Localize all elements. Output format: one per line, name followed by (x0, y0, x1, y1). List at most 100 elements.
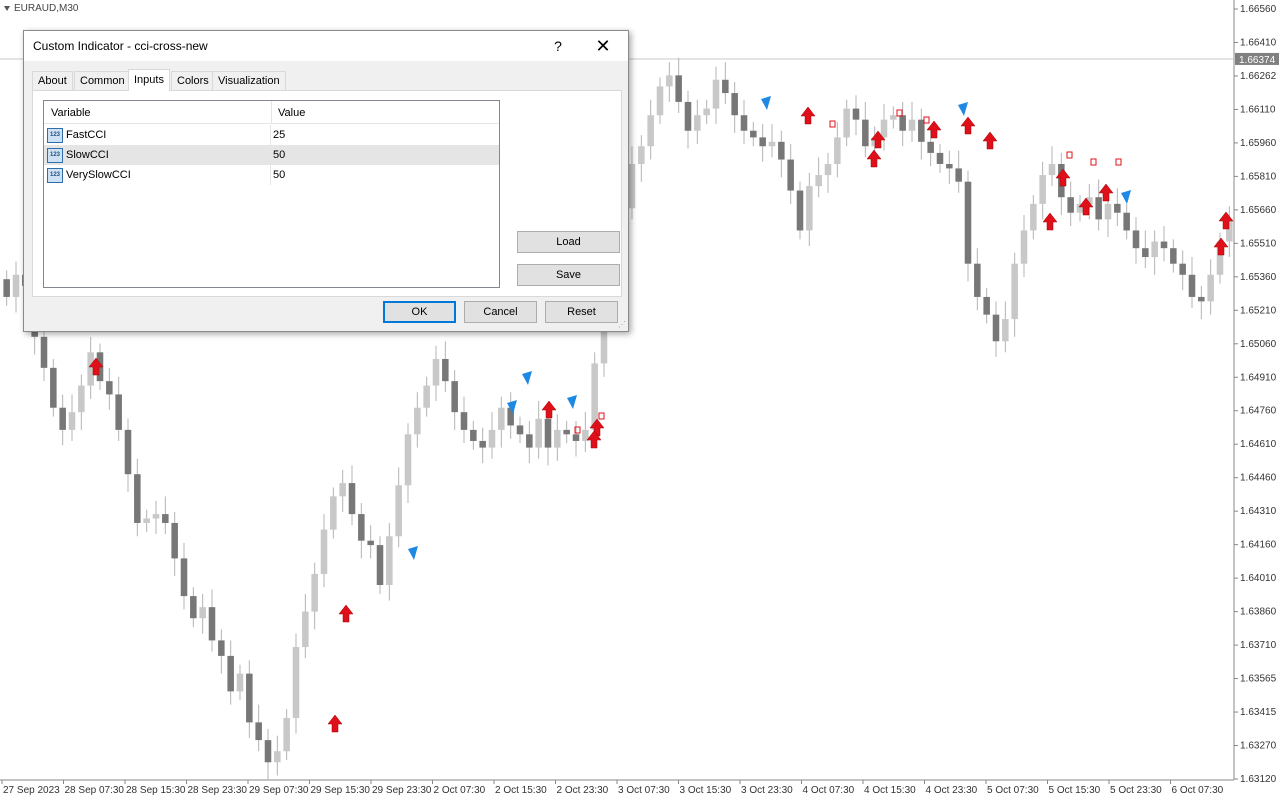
price-tick-label: 1.64760 (1240, 406, 1277, 417)
candle-body (311, 573, 318, 612)
candle-body (1104, 203, 1112, 220)
candle-body (834, 137, 841, 164)
resize-grip-icon[interactable]: ⋰ (618, 321, 626, 329)
save-button[interactable]: Save (517, 264, 620, 286)
buy-arrow (1042, 212, 1058, 231)
candle-body (675, 75, 682, 102)
variable-cell: 123 VerySlowCCI (44, 165, 271, 185)
integer-type-icon: 123 (47, 168, 63, 183)
price-tick-label: 1.63710 (1240, 640, 1277, 651)
candle-body (330, 496, 337, 530)
tab-inputs[interactable]: Inputs (128, 69, 170, 91)
candle-body (190, 596, 197, 619)
candle-body (442, 358, 449, 382)
param-value[interactable]: 50 (273, 145, 285, 165)
candle-body (1123, 212, 1130, 231)
candle-body (1030, 203, 1037, 231)
signal-marker (598, 412, 605, 420)
candle-body (647, 115, 654, 147)
tab-common[interactable]: Common (74, 71, 131, 90)
column-header-variable[interactable]: Variable (44, 101, 272, 123)
candle-body (106, 381, 113, 395)
reset-button[interactable]: Reset (545, 301, 618, 323)
table-row[interactable]: 123 FastCCI 25 (44, 125, 499, 145)
candle-body (694, 115, 701, 131)
tab-visualization[interactable]: Visualization (212, 71, 286, 90)
tab-about[interactable]: About (32, 71, 73, 90)
ok-button[interactable]: OK (383, 301, 456, 323)
price-tick-label: 1.65360 (1240, 272, 1277, 283)
buy-arrow (800, 106, 816, 125)
candle-body (1142, 248, 1149, 258)
price-tick-label: 1.66410 (1240, 37, 1277, 48)
candle-body (358, 514, 365, 541)
price-tick-label: 1.65660 (1240, 205, 1277, 216)
candle-body (796, 190, 804, 231)
candle-body (759, 137, 766, 147)
candle-body (703, 108, 710, 116)
candle-body (899, 115, 906, 131)
close-icon[interactable]: ✕ (581, 31, 625, 61)
candle-body (712, 79, 720, 109)
candle-body (152, 514, 160, 519)
price-tick-label: 1.64010 (1240, 573, 1277, 584)
candle-body (395, 485, 402, 537)
candle-body (246, 673, 253, 723)
cancel-button[interactable]: Cancel (464, 301, 537, 323)
param-value[interactable]: 50 (273, 165, 285, 185)
price-tick-label: 1.63565 (1240, 674, 1277, 685)
time-tick-label: 28 Sep 07:30 (65, 785, 125, 796)
price-tick-label: 1.63270 (1240, 741, 1277, 752)
candle-body (460, 412, 468, 430)
candle-body (367, 540, 374, 546)
candle-body (68, 412, 76, 430)
candle-body (59, 407, 66, 430)
candle-body (964, 181, 972, 264)
column-header-value[interactable]: Value (271, 101, 498, 123)
candle-body (199, 607, 206, 619)
symbol-text: EURAUD,M30 (14, 3, 79, 14)
inputs-panel: Variable Value 123 FastCCI 25 123 SlowCC… (32, 90, 622, 297)
signal-marker (896, 109, 903, 117)
candle-body (1039, 175, 1046, 204)
candle-body (880, 119, 888, 138)
candle-body (740, 115, 748, 131)
candle-body (806, 186, 813, 231)
tab-colors[interactable]: Colors (171, 71, 215, 90)
candle-body (516, 425, 524, 435)
candle-body (283, 717, 290, 752)
chevron-down-icon[interactable] (4, 5, 10, 11)
candle-body (722, 79, 729, 94)
price-tick-label: 1.63120 (1240, 774, 1277, 785)
load-button[interactable]: Load (517, 231, 620, 253)
candle-body (1179, 263, 1186, 275)
candle-body (1067, 197, 1074, 213)
custom-indicator-dialog: Custom Indicator - cci-cross-new ? ✕ Abo… (23, 30, 629, 332)
time-tick-label: 4 Oct 15:30 (864, 785, 916, 796)
price-tick-label: 1.65960 (1240, 138, 1277, 149)
time-tick-label: 29 Sep 07:30 (249, 785, 309, 796)
sell-arrow (761, 96, 771, 110)
candle-body (208, 607, 216, 641)
help-button[interactable]: ? (536, 31, 580, 61)
table-row[interactable]: 123 SlowCCI 50 (44, 145, 499, 165)
candle-body (1160, 241, 1168, 249)
time-tick-label: 4 Oct 23:30 (926, 785, 978, 796)
candle-body (180, 558, 188, 597)
signal-marker (1090, 158, 1097, 166)
price-tick-label: 1.64610 (1240, 439, 1277, 450)
sell-arrow (958, 102, 968, 116)
variable-cell: 123 FastCCI (44, 125, 271, 145)
dialog-titlebar[interactable]: Custom Indicator - cci-cross-new ? ✕ (24, 31, 628, 61)
candle-body (498, 407, 505, 430)
param-name: SlowCCI (66, 149, 109, 161)
candle-body (535, 418, 542, 448)
time-tick-label: 6 Oct 07:30 (1172, 785, 1224, 796)
param-value[interactable]: 25 (273, 125, 285, 145)
candle-body (264, 740, 272, 763)
candle-body (787, 159, 794, 191)
table-row[interactable]: 123 VerySlowCCI 50 (44, 165, 499, 185)
candle-body (1151, 241, 1158, 258)
candle-body (778, 141, 785, 160)
current-price-label: 1.66374 (1239, 55, 1276, 66)
